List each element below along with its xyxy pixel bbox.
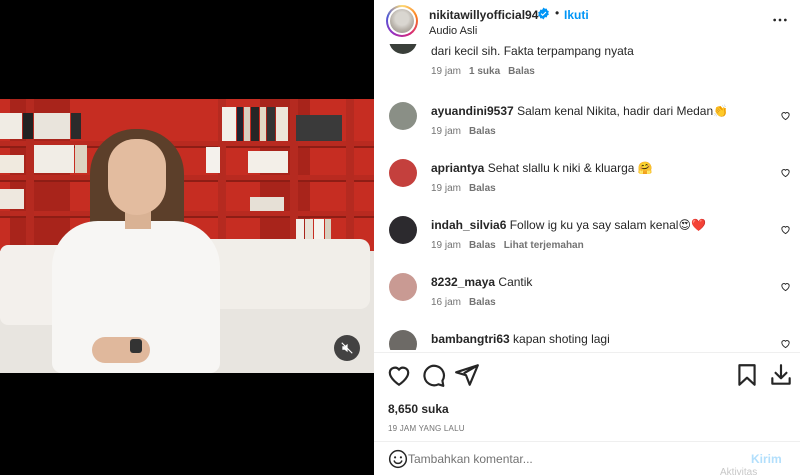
book-row bbox=[248, 151, 289, 173]
commenter-username[interactable]: 8232_maya bbox=[431, 275, 495, 289]
comment-body: Follow ig ku ya say salam kenal😍❤️ bbox=[509, 218, 706, 232]
commenter-username[interactable]: bambangtri63 bbox=[431, 332, 510, 346]
comment-meta: 19 jam Balas Lihat terjemahan bbox=[431, 240, 584, 251]
commenter-username[interactable]: apriantya bbox=[431, 161, 484, 175]
post-side-panel: nikitawillyofficial94 • Ikuti Audio Asli… bbox=[374, 0, 800, 475]
comment-time: 16 jam bbox=[431, 297, 462, 308]
wristwatch bbox=[130, 339, 142, 353]
comment-like-heart-icon[interactable] bbox=[780, 167, 791, 178]
book-row bbox=[222, 107, 289, 141]
comment-meta: 16 jam Balas bbox=[431, 297, 496, 308]
bookmark-icon[interactable] bbox=[734, 362, 760, 388]
comment-like-heart-icon[interactable] bbox=[780, 338, 791, 349]
comment-text: bambangtri63 kapan shoting lagi bbox=[431, 332, 771, 347]
book-row bbox=[250, 197, 285, 211]
divider bbox=[374, 352, 800, 353]
commenter-avatar[interactable] bbox=[389, 102, 417, 130]
comment-meta: 19 jam Balas bbox=[431, 126, 496, 137]
reel-video[interactable] bbox=[0, 99, 374, 373]
more-options-icon[interactable] bbox=[772, 12, 788, 28]
heart-icon[interactable] bbox=[386, 362, 412, 388]
book-row bbox=[0, 113, 34, 139]
avatar-image bbox=[390, 9, 414, 33]
reply-button[interactable]: Balas bbox=[469, 240, 496, 251]
divider bbox=[374, 441, 800, 442]
commenter-avatar[interactable] bbox=[389, 44, 417, 54]
reply-button[interactable]: Balas bbox=[508, 66, 535, 77]
comment-text: ayuandini9537 Salam kenal Nikita, hadir … bbox=[431, 104, 771, 119]
comment-meta: 19 jam 1 suka Balas bbox=[431, 66, 535, 77]
post-actions-bar bbox=[374, 362, 800, 392]
faint-overlay-text: Aktivitas bbox=[720, 467, 758, 475]
comment-time: 19 jam bbox=[431, 126, 462, 137]
comment-time: 19 jam bbox=[431, 240, 462, 251]
reply-button[interactable]: Balas bbox=[469, 297, 496, 308]
comment-meta: 19 jam Balas bbox=[431, 183, 496, 194]
like-count[interactable]: 8,650 suka bbox=[388, 402, 449, 416]
commenter-avatar[interactable] bbox=[389, 273, 417, 301]
comment-text: dari kecil sih. Fakta terpampang nyata bbox=[431, 44, 634, 58]
book-row bbox=[34, 113, 82, 139]
comment-body: Cantik bbox=[498, 275, 533, 289]
commenter-avatar[interactable] bbox=[389, 216, 417, 244]
profile-avatar[interactable] bbox=[386, 5, 418, 37]
follow-button[interactable]: Ikuti bbox=[564, 8, 589, 22]
commenter-avatar[interactable] bbox=[389, 159, 417, 187]
add-comment-input[interactable] bbox=[408, 448, 738, 470]
commenter-username[interactable]: ayuandini9537 bbox=[431, 104, 514, 118]
book-row bbox=[296, 115, 343, 141]
comment-icon[interactable] bbox=[420, 362, 446, 388]
instagram-post-modal: nikitawillyofficial94 • Ikuti Audio Asli… bbox=[0, 0, 800, 475]
book-row bbox=[0, 155, 25, 173]
comment-text: indah_silvia6 Follow ig ku ya say salam … bbox=[431, 218, 771, 233]
post-header: nikitawillyofficial94 • Ikuti Audio Asli bbox=[374, 0, 800, 44]
book-row bbox=[34, 145, 88, 173]
comment-likes[interactable]: 1 suka bbox=[469, 66, 500, 77]
emoji-icon[interactable] bbox=[388, 449, 408, 469]
post-timestamp[interactable]: 19 JAM YANG LALU bbox=[388, 424, 465, 433]
comment-text: apriantya Sehat slallu k niki & kluarga … bbox=[431, 161, 771, 176]
muted-speaker-icon bbox=[341, 342, 353, 354]
comment-time: 19 jam bbox=[431, 66, 462, 77]
share-icon[interactable] bbox=[454, 362, 480, 388]
download-icon[interactable] bbox=[768, 362, 794, 388]
separator-dot: • bbox=[555, 6, 560, 20]
media-pane bbox=[0, 0, 374, 475]
post-comment-button[interactable]: Kirim bbox=[751, 452, 782, 466]
book-row bbox=[0, 189, 25, 209]
verified-badge-icon bbox=[538, 7, 549, 20]
audio-label[interactable]: Audio Asli bbox=[429, 25, 477, 37]
see-translation-button[interactable]: Lihat terjemahan bbox=[504, 240, 584, 251]
author-username[interactable]: nikitawillyofficial94 bbox=[429, 8, 538, 22]
comment-time: 19 jam bbox=[431, 183, 462, 194]
reply-button[interactable]: Balas bbox=[469, 126, 496, 137]
comment-body: Sehat slallu k niki & kluarga 🤗 bbox=[487, 161, 653, 175]
comment-like-heart-icon[interactable] bbox=[780, 281, 791, 292]
comment-text: 8232_maya Cantik bbox=[431, 275, 771, 290]
mute-toggle-button[interactable] bbox=[334, 335, 360, 361]
shelf-plank bbox=[0, 211, 374, 218]
comment-like-heart-icon[interactable] bbox=[780, 110, 791, 121]
book-row bbox=[206, 147, 221, 173]
reply-button[interactable]: Balas bbox=[469, 183, 496, 194]
comment-body: Salam kenal Nikita, hadir dari Medan👏 bbox=[517, 104, 729, 118]
comment-body: kapan shoting lagi bbox=[513, 332, 610, 346]
comment-like-heart-icon[interactable] bbox=[780, 224, 791, 235]
person-face bbox=[108, 139, 166, 215]
commenter-avatar[interactable] bbox=[389, 330, 417, 350]
shelf-plank bbox=[0, 175, 374, 182]
comments-list[interactable]: dari kecil sih. Fakta terpampang nyata 1… bbox=[374, 44, 800, 350]
commenter-username[interactable]: indah_silvia6 bbox=[431, 218, 506, 232]
